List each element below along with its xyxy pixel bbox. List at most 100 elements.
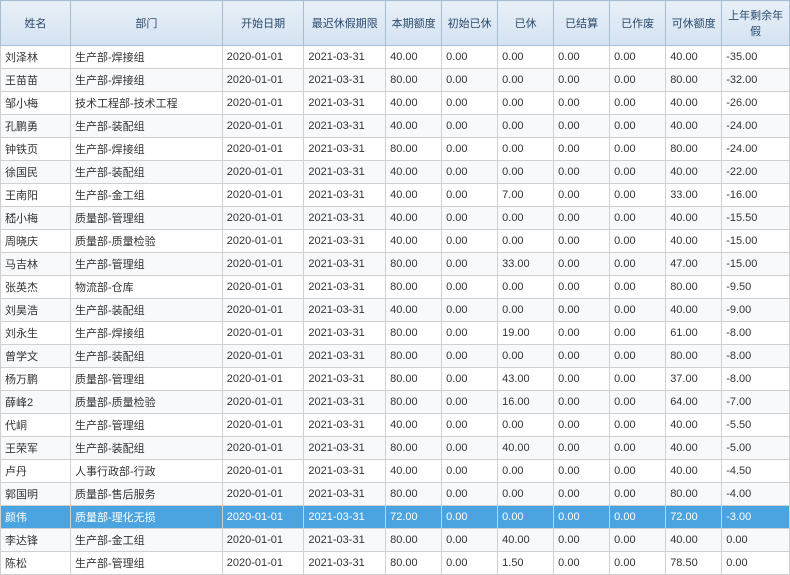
cell-avail: 47.00	[666, 253, 722, 276]
header-avail[interactable]: 可休额度	[666, 1, 722, 46]
cell-settled: 0.00	[554, 299, 610, 322]
cell-dept: 生产部-装配组	[71, 115, 223, 138]
header-initial[interactable]: 初始已休	[442, 1, 498, 46]
cell-name: 薛峰2	[1, 391, 71, 414]
cell-settled: 0.00	[554, 69, 610, 92]
cell-deadline: 2021-03-31	[304, 483, 386, 506]
header-taken[interactable]: 已休	[498, 1, 554, 46]
cell-void: 0.00	[610, 483, 666, 506]
cell-settled: 0.00	[554, 414, 610, 437]
cell-deadline: 2021-03-31	[304, 230, 386, 253]
cell-initial: 0.00	[442, 276, 498, 299]
table-row[interactable]: 王南阳生产部-金工组2020-01-012021-03-3140.000.007…	[1, 184, 790, 207]
cell-name: 陈松	[1, 552, 71, 575]
cell-initial: 0.00	[442, 161, 498, 184]
cell-initial: 0.00	[442, 322, 498, 345]
cell-dept: 生产部-金工组	[71, 184, 223, 207]
table-row[interactable]: 周晓庆质量部-质量检验2020-01-012021-03-3140.000.00…	[1, 230, 790, 253]
cell-avail: 80.00	[666, 276, 722, 299]
cell-void: 0.00	[610, 92, 666, 115]
cell-taken: 0.00	[498, 69, 554, 92]
table-row[interactable]: 杨万鹏质量部-管理组2020-01-012021-03-3180.000.004…	[1, 368, 790, 391]
header-dept[interactable]: 部门	[71, 1, 223, 46]
cell-settled: 0.00	[554, 506, 610, 529]
table-row[interactable]: 曾学文生产部-装配组2020-01-012021-03-3180.000.000…	[1, 345, 790, 368]
cell-start: 2020-01-01	[222, 529, 304, 552]
cell-start: 2020-01-01	[222, 437, 304, 460]
header-deadline[interactable]: 最迟休假期限	[304, 1, 386, 46]
cell-start: 2020-01-01	[222, 368, 304, 391]
cell-remain: -15.00	[722, 230, 790, 253]
table-row[interactable]: 王荣军生产部-装配组2020-01-012021-03-3180.000.004…	[1, 437, 790, 460]
cell-start: 2020-01-01	[222, 161, 304, 184]
cell-start: 2020-01-01	[222, 345, 304, 368]
cell-initial: 0.00	[442, 506, 498, 529]
cell-dept: 质量部-管理组	[71, 368, 223, 391]
cell-deadline: 2021-03-31	[304, 276, 386, 299]
table-row[interactable]: 马吉林生产部-管理组2020-01-012021-03-3180.000.003…	[1, 253, 790, 276]
table-row[interactable]: 孔鹏勇生产部-装配组2020-01-012021-03-3140.000.000…	[1, 115, 790, 138]
cell-deadline: 2021-03-31	[304, 92, 386, 115]
table-row[interactable]: 刘泽林生产部-焊接组2020-01-012021-03-3140.000.000…	[1, 46, 790, 69]
table-row[interactable]: 刘永生生产部-焊接组2020-01-012021-03-3180.000.001…	[1, 322, 790, 345]
cell-dept: 生产部-装配组	[71, 161, 223, 184]
cell-deadline: 2021-03-31	[304, 115, 386, 138]
table-row[interactable]: 嵇小梅质量部-管理组2020-01-012021-03-3140.000.000…	[1, 207, 790, 230]
table-row[interactable]: 刘昊浩生产部-装配组2020-01-012021-03-3140.000.000…	[1, 299, 790, 322]
table-row[interactable]: 邹小梅技术工程部-技术工程2020-01-012021-03-3140.000.…	[1, 92, 790, 115]
cell-name: 刘永生	[1, 322, 71, 345]
header-quota[interactable]: 本期额度	[386, 1, 442, 46]
table-row[interactable]: 卢丹人事行政部-行政2020-01-012021-03-3140.000.000…	[1, 460, 790, 483]
cell-start: 2020-01-01	[222, 276, 304, 299]
cell-name: 王南阳	[1, 184, 71, 207]
header-settled[interactable]: 已结算	[554, 1, 610, 46]
cell-dept: 生产部-焊接组	[71, 46, 223, 69]
cell-dept: 技术工程部-技术工程	[71, 92, 223, 115]
cell-settled: 0.00	[554, 276, 610, 299]
table-row[interactable]: 李达锋生产部-金工组2020-01-012021-03-3180.000.004…	[1, 529, 790, 552]
cell-quota: 80.00	[386, 276, 442, 299]
cell-quota: 40.00	[386, 115, 442, 138]
cell-deadline: 2021-03-31	[304, 138, 386, 161]
table-row[interactable]: 陈松生产部-管理组2020-01-012021-03-3180.000.001.…	[1, 552, 790, 575]
table-row[interactable]: 王苗苗生产部-焊接组2020-01-012021-03-3180.000.000…	[1, 69, 790, 92]
cell-taken: 0.00	[498, 299, 554, 322]
cell-avail: 40.00	[666, 414, 722, 437]
cell-void: 0.00	[610, 460, 666, 483]
table-row[interactable]: 徐国民生产部-装配组2020-01-012021-03-3140.000.000…	[1, 161, 790, 184]
cell-start: 2020-01-01	[222, 230, 304, 253]
cell-avail: 40.00	[666, 46, 722, 69]
cell-remain: -4.50	[722, 460, 790, 483]
header-remain[interactable]: 上年剩余年假	[722, 1, 790, 46]
table-row[interactable]: 钟铁页生产部-焊接组2020-01-012021-03-3180.000.000…	[1, 138, 790, 161]
cell-quota: 80.00	[386, 345, 442, 368]
cell-initial: 0.00	[442, 46, 498, 69]
table-row[interactable]: 张英杰物流部-仓库2020-01-012021-03-3180.000.000.…	[1, 276, 790, 299]
table-row[interactable]: 薛峰2质量部-质量检验2020-01-012021-03-3180.000.00…	[1, 391, 790, 414]
cell-name: 马吉林	[1, 253, 71, 276]
cell-taken: 0.00	[498, 207, 554, 230]
cell-quota: 40.00	[386, 184, 442, 207]
cell-dept: 质量部-售后服务	[71, 483, 223, 506]
header-start[interactable]: 开始日期	[222, 1, 304, 46]
header-void[interactable]: 已作废	[610, 1, 666, 46]
cell-remain: -5.00	[722, 437, 790, 460]
cell-void: 0.00	[610, 69, 666, 92]
cell-name: 卢丹	[1, 460, 71, 483]
cell-settled: 0.00	[554, 552, 610, 575]
table-row[interactable]: 郭国明质量部-售后服务2020-01-012021-03-3180.000.00…	[1, 483, 790, 506]
cell-initial: 0.00	[442, 138, 498, 161]
header-name[interactable]: 姓名	[1, 1, 71, 46]
cell-start: 2020-01-01	[222, 414, 304, 437]
cell-deadline: 2021-03-31	[304, 460, 386, 483]
cell-void: 0.00	[610, 391, 666, 414]
cell-dept: 物流部-仓库	[71, 276, 223, 299]
cell-deadline: 2021-03-31	[304, 529, 386, 552]
table-row[interactable]: 颜伟质量部-理化无损2020-01-012021-03-3172.000.000…	[1, 506, 790, 529]
cell-remain: -16.00	[722, 184, 790, 207]
table-row[interactable]: 代峒生产部-管理组2020-01-012021-03-3140.000.000.…	[1, 414, 790, 437]
leave-table: 姓名 部门 开始日期 最迟休假期限 本期额度 初始已休 已休 已结算 已作废 可…	[0, 0, 790, 575]
cell-initial: 0.00	[442, 115, 498, 138]
cell-void: 0.00	[610, 437, 666, 460]
cell-dept: 质量部-质量检验	[71, 391, 223, 414]
